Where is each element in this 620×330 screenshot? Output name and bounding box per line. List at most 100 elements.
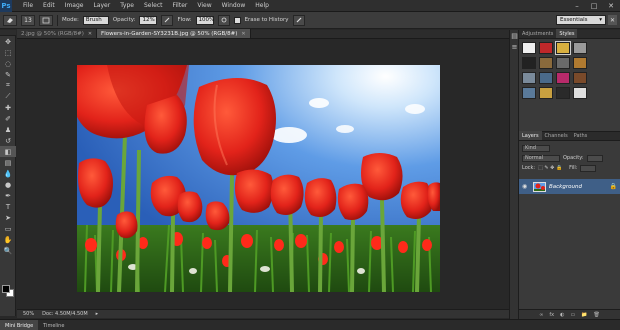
close-icon[interactable]: ✕ — [88, 31, 92, 37]
menu-file[interactable]: File — [18, 2, 38, 9]
flow-field[interactable]: 100% — [195, 15, 214, 25]
menu-view[interactable]: View — [192, 2, 216, 9]
minimize-button[interactable]: – — [570, 1, 584, 10]
eyedropper-tool-icon[interactable]: ⟋ — [0, 91, 16, 102]
adjustment-layer-icon[interactable]: ▭ — [570, 312, 575, 318]
airbrush-toggle[interactable] — [217, 14, 230, 26]
lasso-tool-icon[interactable]: ◌ — [0, 58, 16, 69]
pressure-size-toggle[interactable] — [292, 14, 305, 26]
tool-preset-picker[interactable] — [3, 14, 17, 26]
mode-select[interactable]: Brush — [82, 15, 109, 25]
maximize-button[interactable]: □ — [587, 1, 601, 10]
style-swatch[interactable] — [539, 72, 553, 84]
style-swatch[interactable] — [556, 72, 570, 84]
style-swatch[interactable] — [556, 87, 570, 99]
lock-icons[interactable]: ⬚ ✎ ✥ 🔒 — [538, 165, 566, 171]
style-swatch[interactable] — [539, 87, 553, 99]
fx-icon[interactable]: fx — [549, 312, 554, 318]
tab-layers[interactable]: Layers — [519, 131, 542, 140]
layer-filter-select[interactable]: Kind — [522, 144, 550, 152]
doc-tab-2[interactable]: Flowers-in-Garden-SY3231B.jpg @ 50% (RGB… — [97, 29, 251, 38]
zoom-level[interactable]: 50% — [23, 311, 34, 317]
foreground-color-swatch[interactable] — [2, 285, 10, 293]
brush-size-value: 13 — [24, 16, 32, 24]
pen-tool-icon[interactable]: ✒ — [0, 190, 16, 201]
blur-tool-icon[interactable]: 💧 — [0, 168, 16, 179]
document-image[interactable] — [77, 65, 440, 292]
shape-tool-icon[interactable]: ▭ — [0, 223, 16, 234]
hand-tool-icon[interactable]: ✋ — [0, 234, 16, 245]
doc-tab-1[interactable]: 2.jpg @ 50% (RGB/8#) ✕ — [17, 29, 98, 38]
blend-mode-select[interactable]: Normal — [522, 154, 560, 162]
style-swatch[interactable] — [573, 87, 587, 99]
opacity-field[interactable]: 12% — [139, 15, 158, 25]
tab-timeline[interactable]: Timeline — [38, 320, 69, 330]
style-swatch[interactable] — [522, 72, 536, 84]
menu-edit[interactable]: Edit — [38, 2, 60, 9]
canvas-area[interactable] — [17, 40, 509, 315]
style-swatch[interactable] — [522, 57, 536, 69]
eraser-tool-icon[interactable]: ◧ — [0, 146, 16, 157]
bottom-panel-tabs: Mini Bridge Timeline — [0, 319, 620, 330]
properties-panel-icon[interactable]: ≡ — [510, 41, 519, 52]
history-panel-icon[interactable]: ▤ — [510, 30, 519, 41]
tab-paths[interactable]: Paths — [571, 131, 591, 140]
eye-icon[interactable]: ◉ — [522, 183, 530, 190]
type-tool-icon[interactable]: T — [0, 201, 16, 212]
menu-image[interactable]: Image — [60, 2, 89, 9]
path-select-tool-icon[interactable]: ➤ — [0, 212, 16, 223]
style-swatch[interactable] — [539, 57, 553, 69]
healing-brush-tool-icon[interactable]: ✚ — [0, 102, 16, 113]
crop-tool-icon[interactable]: ⌗ — [0, 80, 16, 91]
chevron-right-icon[interactable]: ▸ — [96, 311, 99, 317]
menu-type[interactable]: Type — [115, 2, 139, 9]
style-swatch[interactable] — [539, 42, 553, 54]
clone-stamp-tool-icon[interactable]: ♟ — [0, 124, 16, 135]
brush-size-picker[interactable]: 13 — [21, 14, 35, 26]
menu-help[interactable]: Help — [250, 2, 274, 9]
style-swatch[interactable] — [522, 42, 536, 54]
brush-tool-icon[interactable]: ✐ — [0, 113, 16, 124]
tab-adjustments[interactable]: Adjustments — [519, 29, 556, 38]
menu-filter[interactable]: Filter — [168, 2, 193, 9]
tab-styles[interactable]: Styles — [556, 29, 578, 38]
opacity-label: Opacity: — [563, 155, 584, 161]
tab-channels[interactable]: Channels — [542, 131, 571, 140]
erase-to-history-checkbox[interactable] — [233, 16, 241, 24]
menu-select[interactable]: Select — [139, 2, 168, 9]
color-swatches[interactable] — [2, 285, 14, 297]
layer-opacity-field[interactable] — [586, 154, 603, 162]
menu-window[interactable]: Window — [217, 2, 251, 9]
style-swatch[interactable] — [522, 87, 536, 99]
mask-icon[interactable]: ◐ — [560, 312, 564, 318]
dodge-tool-icon[interactable]: ● — [0, 179, 16, 190]
zoom-tool-icon[interactable]: 🔍 — [0, 245, 16, 256]
pressure-opacity-toggle[interactable] — [161, 14, 174, 26]
layer-fill-field[interactable] — [580, 164, 597, 172]
mode-label: Mode: — [62, 17, 79, 23]
trash-icon[interactable]: 🗑 — [593, 312, 599, 318]
brush-panel-toggle[interactable] — [39, 14, 53, 26]
doc-size-info[interactable]: Doc: 4.50M/4.50M — [42, 311, 88, 317]
close-icon[interactable]: ✕ — [241, 31, 245, 37]
marquee-tool-icon[interactable]: ⬚ — [0, 47, 16, 58]
history-brush-tool-icon[interactable]: ↺ — [0, 135, 16, 146]
tulip-photo — [77, 65, 440, 292]
style-swatch[interactable] — [573, 42, 587, 54]
link-icon[interactable]: ∞ — [539, 312, 543, 318]
style-swatch[interactable] — [556, 57, 570, 69]
layer-row-background[interactable]: ◉ Background 🔒 — [519, 179, 620, 194]
menu-layer[interactable]: Layer — [88, 2, 115, 9]
workspace-select[interactable]: Essentials ▾ — [556, 15, 606, 25]
quick-select-tool-icon[interactable]: ✎ — [0, 69, 16, 80]
close-button[interactable]: ✕ — [604, 1, 618, 10]
pen-pressure-size-icon — [296, 17, 301, 23]
style-swatch[interactable] — [555, 41, 571, 55]
tab-mini-bridge[interactable]: Mini Bridge — [0, 320, 39, 330]
group-folder-icon[interactable]: 📁 — [581, 312, 587, 318]
move-tool-icon[interactable]: ✥ — [0, 36, 16, 47]
style-swatch[interactable] — [573, 72, 587, 84]
style-swatch[interactable] — [573, 57, 587, 69]
gradient-tool-icon[interactable]: ▤ — [0, 157, 16, 168]
workspace-close-icon[interactable]: ✕ — [608, 15, 617, 25]
